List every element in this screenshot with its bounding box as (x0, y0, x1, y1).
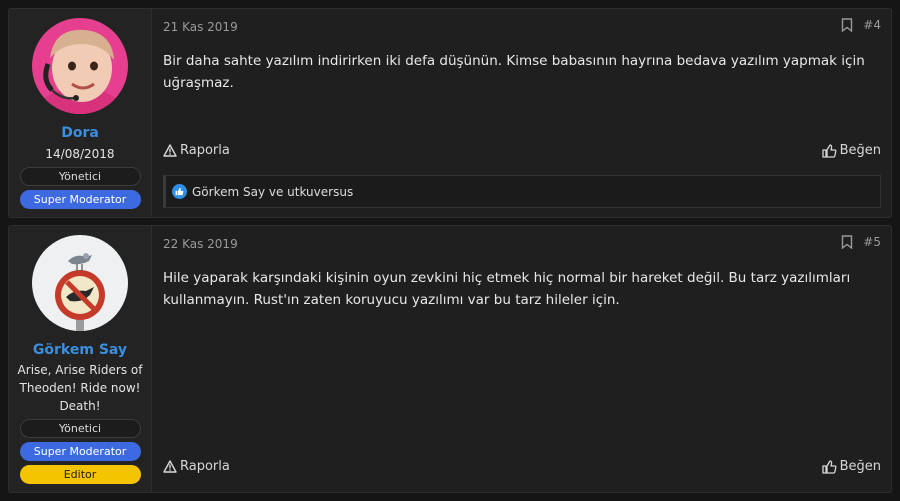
warning-triangle-icon (163, 460, 177, 473)
thumbs-up-icon (821, 143, 837, 158)
user-join-date: 14/08/2018 (45, 147, 115, 161)
post-text: Hile yaparak karşındaki kişinin oyun zev… (163, 270, 851, 308)
like-label: Beğen (839, 459, 881, 474)
report-button[interactable]: Raporla (163, 143, 230, 158)
like-reaction-icon (172, 184, 187, 199)
like-button[interactable]: Beğen (821, 459, 881, 474)
report-label: Raporla (180, 143, 230, 158)
post-actions: #4 (841, 18, 881, 32)
role-badge-yonetici: Yönetici (19, 167, 141, 186)
username[interactable]: Görkem Say (33, 341, 127, 359)
user-cell: Dora 14/08/2018 Yönetici Super Moderator (9, 9, 152, 217)
post-main: 22 Kas 2019 #5 Hile yaparak karşındaki k… (152, 226, 891, 492)
post: Görkem Say Arise, Arise Riders of Theode… (8, 225, 892, 493)
role-badge-yonetici: Yönetici (19, 419, 141, 438)
role-badge-super-moderator: Super Moderator (19, 190, 141, 209)
role-badge-super-moderator: Super Moderator (19, 442, 141, 461)
report-label: Raporla (180, 459, 230, 474)
username[interactable]: Dora (61, 124, 99, 142)
post-number[interactable]: #4 (863, 18, 881, 32)
post-footer: Raporla Beğen (163, 459, 881, 474)
like-button[interactable]: Beğen (821, 143, 881, 158)
post-footer: Raporla Beğen (163, 143, 881, 158)
reactions-bar[interactable]: Görkem Say ve utkuversus (163, 175, 881, 208)
role-badge-editor: Editor (19, 465, 141, 484)
thumbs-up-icon (821, 459, 837, 474)
post-main: 21 Kas 2019 #4 Bir daha sahte yazılım in… (152, 9, 891, 217)
reactions-text[interactable]: Görkem Say ve utkuversus (192, 185, 353, 199)
user-cell: Görkem Say Arise, Arise Riders of Theode… (9, 226, 152, 492)
post-actions: #5 (841, 235, 881, 249)
post: Dora 14/08/2018 Yönetici Super Moderator… (8, 8, 892, 218)
post-date[interactable]: 22 Kas 2019 (163, 237, 238, 251)
bookmark-icon[interactable] (841, 18, 853, 32)
warning-triangle-icon (163, 144, 177, 157)
avatar[interactable] (32, 235, 128, 331)
user-title: Arise, Arise Riders of Theoden! Ride now… (17, 363, 143, 413)
post-text: Bir daha sahte yazılım indirirken iki de… (163, 53, 865, 91)
post-date[interactable]: 21 Kas 2019 (163, 20, 238, 34)
avatar[interactable] (32, 18, 128, 114)
post-number[interactable]: #5 (863, 235, 881, 249)
report-button[interactable]: Raporla (163, 459, 230, 474)
like-label: Beğen (839, 143, 881, 158)
bookmark-icon[interactable] (841, 235, 853, 249)
